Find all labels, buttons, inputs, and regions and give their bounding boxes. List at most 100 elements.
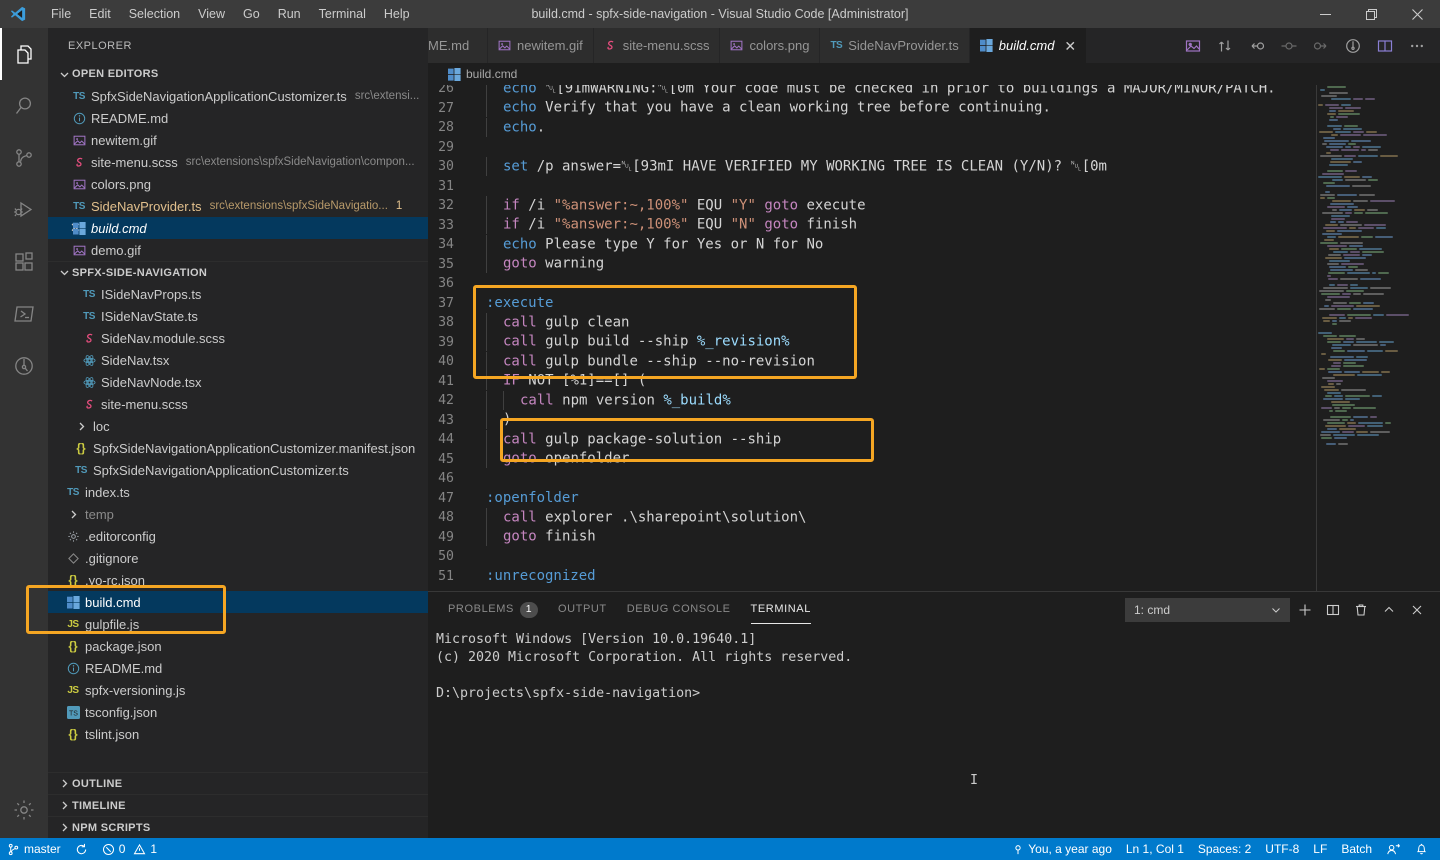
tree-file[interactable]: TS tsconfig.json — [48, 701, 428, 723]
close-icon[interactable]: ✕ — [48, 220, 81, 236]
open-editor-item[interactable]: README.md — [48, 107, 428, 129]
panel-tab-terminal[interactable]: TERMINAL — [750, 592, 812, 627]
minimize-button[interactable] — [1302, 0, 1348, 28]
status-language-mode[interactable]: Batch — [1334, 838, 1379, 860]
compare-changes-icon[interactable] — [1210, 28, 1240, 63]
sidebar-section-timeline[interactable]: TIMELINE — [48, 794, 428, 816]
tree-file[interactable]: TS ISideNavState.ts — [48, 305, 428, 327]
tree-file[interactable]: .gitignore — [48, 547, 428, 569]
maximize-panel-button[interactable] — [1376, 597, 1402, 623]
tree-file[interactable]: TS ISideNavProps.ts — [48, 283, 428, 305]
menu-edit[interactable]: Edit — [80, 0, 120, 28]
status-eol[interactable]: LF — [1306, 838, 1334, 860]
close-panel-button[interactable] — [1404, 597, 1430, 623]
menu-help[interactable]: Help — [375, 0, 419, 28]
activitybar-test[interactable] — [0, 340, 48, 392]
panel-tab-output[interactable]: OUTPUT — [558, 592, 607, 627]
section-open-editors[interactable]: OPEN EDITORS — [48, 63, 428, 85]
menu-bar[interactable]: File Edit Selection View Go Run Terminal… — [36, 0, 419, 28]
tree-file[interactable]: README.md — [48, 657, 428, 679]
menu-selection[interactable]: Selection — [120, 0, 189, 28]
open-editor-item[interactable]: newitem.gif — [48, 129, 428, 151]
panel-tab-debug-console[interactable]: DEBUG CONSOLE — [627, 592, 731, 627]
activitybar-run-and-debug[interactable] — [0, 184, 48, 236]
status-live-share[interactable] — [1379, 838, 1408, 860]
tree-file[interactable]: {} tslint.json — [48, 723, 428, 745]
source-control-history-icon[interactable] — [1338, 28, 1368, 63]
menu-run[interactable]: Run — [269, 0, 310, 28]
sidebar-section-npm-scripts[interactable]: NPM SCRIPTS — [48, 816, 428, 838]
terminal-output[interactable]: I Microsoft Windows [Version 10.0.19640.… — [428, 627, 1440, 838]
tree-file[interactable]: TS SpfxSideNavigationApplicationCustomize… — [48, 459, 428, 481]
activitybar-azure[interactable] — [0, 288, 48, 340]
new-terminal-button[interactable] — [1292, 597, 1318, 623]
tree-file[interactable]: .editorconfig — [48, 525, 428, 547]
split-terminal-button[interactable] — [1320, 597, 1346, 623]
status-indentation[interactable]: Spaces: 2 — [1191, 838, 1258, 860]
tree-file[interactable]: TS index.ts — [48, 481, 428, 503]
open-editor-item[interactable]: demo.gif — [48, 239, 428, 261]
maximize-button[interactable] — [1348, 0, 1394, 28]
tree-file[interactable]: JS spfx-versioning.js — [48, 679, 428, 701]
editor-tab[interactable]: TS SideNavProvider.ts — [820, 28, 970, 63]
split-editor-icon[interactable] — [1370, 28, 1400, 63]
tree-file[interactable]: SideNavNode.tsx — [48, 371, 428, 393]
terminal-selector[interactable]: 1: cmd — [1125, 597, 1290, 622]
status-editor-position[interactable]: Ln 1, Col 1 — [1119, 838, 1191, 860]
breadcrumb[interactable]: build.cmd — [428, 63, 1440, 85]
tree-file[interactable]: JS gulpfile.js — [48, 613, 428, 635]
menu-terminal[interactable]: Terminal — [310, 0, 375, 28]
sidebar-section-outline[interactable]: OUTLINE — [48, 772, 428, 794]
activitybar-extensions[interactable] — [0, 236, 48, 288]
status-problems[interactable]: 0 1 — [95, 838, 164, 860]
editor-scrollbar[interactable] — [1426, 85, 1440, 591]
editor-tab[interactable]: ME.md — [428, 28, 488, 63]
menu-view[interactable]: View — [189, 0, 234, 28]
tree-file[interactable]: SideNav.tsx — [48, 349, 428, 371]
status-encoding[interactable]: UTF-8 — [1258, 838, 1306, 860]
status-git-blame[interactable]: You, a year ago — [1005, 838, 1119, 860]
open-editor-item[interactable]: TS SpfxSideNavigationApplicationCustomize… — [48, 85, 428, 107]
activitybar-search[interactable] — [0, 80, 48, 132]
more-actions-icon[interactable] — [1402, 28, 1432, 63]
menu-file[interactable]: File — [42, 0, 80, 28]
editor-tab[interactable]: colors.png — [720, 28, 821, 63]
git-icon — [67, 552, 80, 565]
tree-folder[interactable]: temp — [48, 503, 428, 525]
open-editor-item[interactable]: ✕ build.cmd — [48, 217, 428, 239]
code-editor[interactable]: 26 echo ␀[91mWARNING:␀[0m Your code must … — [428, 85, 1440, 591]
menu-go[interactable]: Go — [234, 0, 269, 28]
minimap-slider[interactable] — [1316, 85, 1426, 591]
close-button[interactable] — [1394, 0, 1440, 28]
tree-file[interactable]: {} package.json — [48, 635, 428, 657]
activitybar-explorer[interactable] — [0, 28, 48, 80]
tree-file[interactable]: site-menu.scss — [48, 393, 428, 415]
open-editor-item[interactable]: site-menu.scss src\extensions\spfxSideNav… — [48, 151, 428, 173]
close-icon[interactable]: ✕ — [1064, 39, 1076, 53]
open-editor-item[interactable]: colors.png — [48, 173, 428, 195]
tree-folder[interactable]: loc — [48, 415, 428, 437]
preview-image-icon[interactable] — [1178, 28, 1208, 63]
code-token: Verify that you have a clean working tre… — [545, 99, 1051, 116]
section-project[interactable]: SPFX-SIDE-NAVIGATION — [48, 261, 428, 283]
step-back-icon[interactable] — [1242, 28, 1272, 63]
stage-icon[interactable] — [1274, 28, 1304, 63]
tree-file[interactable]: SideNav.module.scss — [48, 327, 428, 349]
tree-file[interactable]: build.cmd — [48, 591, 428, 613]
step-forward-icon[interactable] — [1306, 28, 1336, 63]
activitybar-manage[interactable] — [0, 782, 48, 838]
status-sync[interactable] — [68, 838, 95, 860]
editor-tab[interactable]: build.cmd ✕ — [969, 28, 1088, 63]
status-notifications[interactable] — [1408, 838, 1440, 860]
tree-file[interactable]: {} .yo-rc.json — [48, 569, 428, 591]
tree-file[interactable]: {} SpfxSideNavigationApplicationCustomize… — [48, 437, 428, 459]
kill-terminal-button[interactable] — [1348, 597, 1374, 623]
panel-tab-problems[interactable]: PROBLEMS 1 — [448, 592, 538, 627]
cmd-icon — [979, 39, 993, 52]
code-line-text: echo Please type Y for Yes or N for No — [476, 234, 823, 255]
activitybar-source-control[interactable] — [0, 132, 48, 184]
open-editor-item[interactable]: TS SideNavProvider.ts src\extensions\spfxS… — [48, 195, 428, 217]
editor-tab[interactable]: newitem.gif — [488, 28, 594, 63]
editor-tab[interactable]: site-menu.scss — [593, 28, 721, 63]
status-branch[interactable]: master — [0, 838, 68, 860]
